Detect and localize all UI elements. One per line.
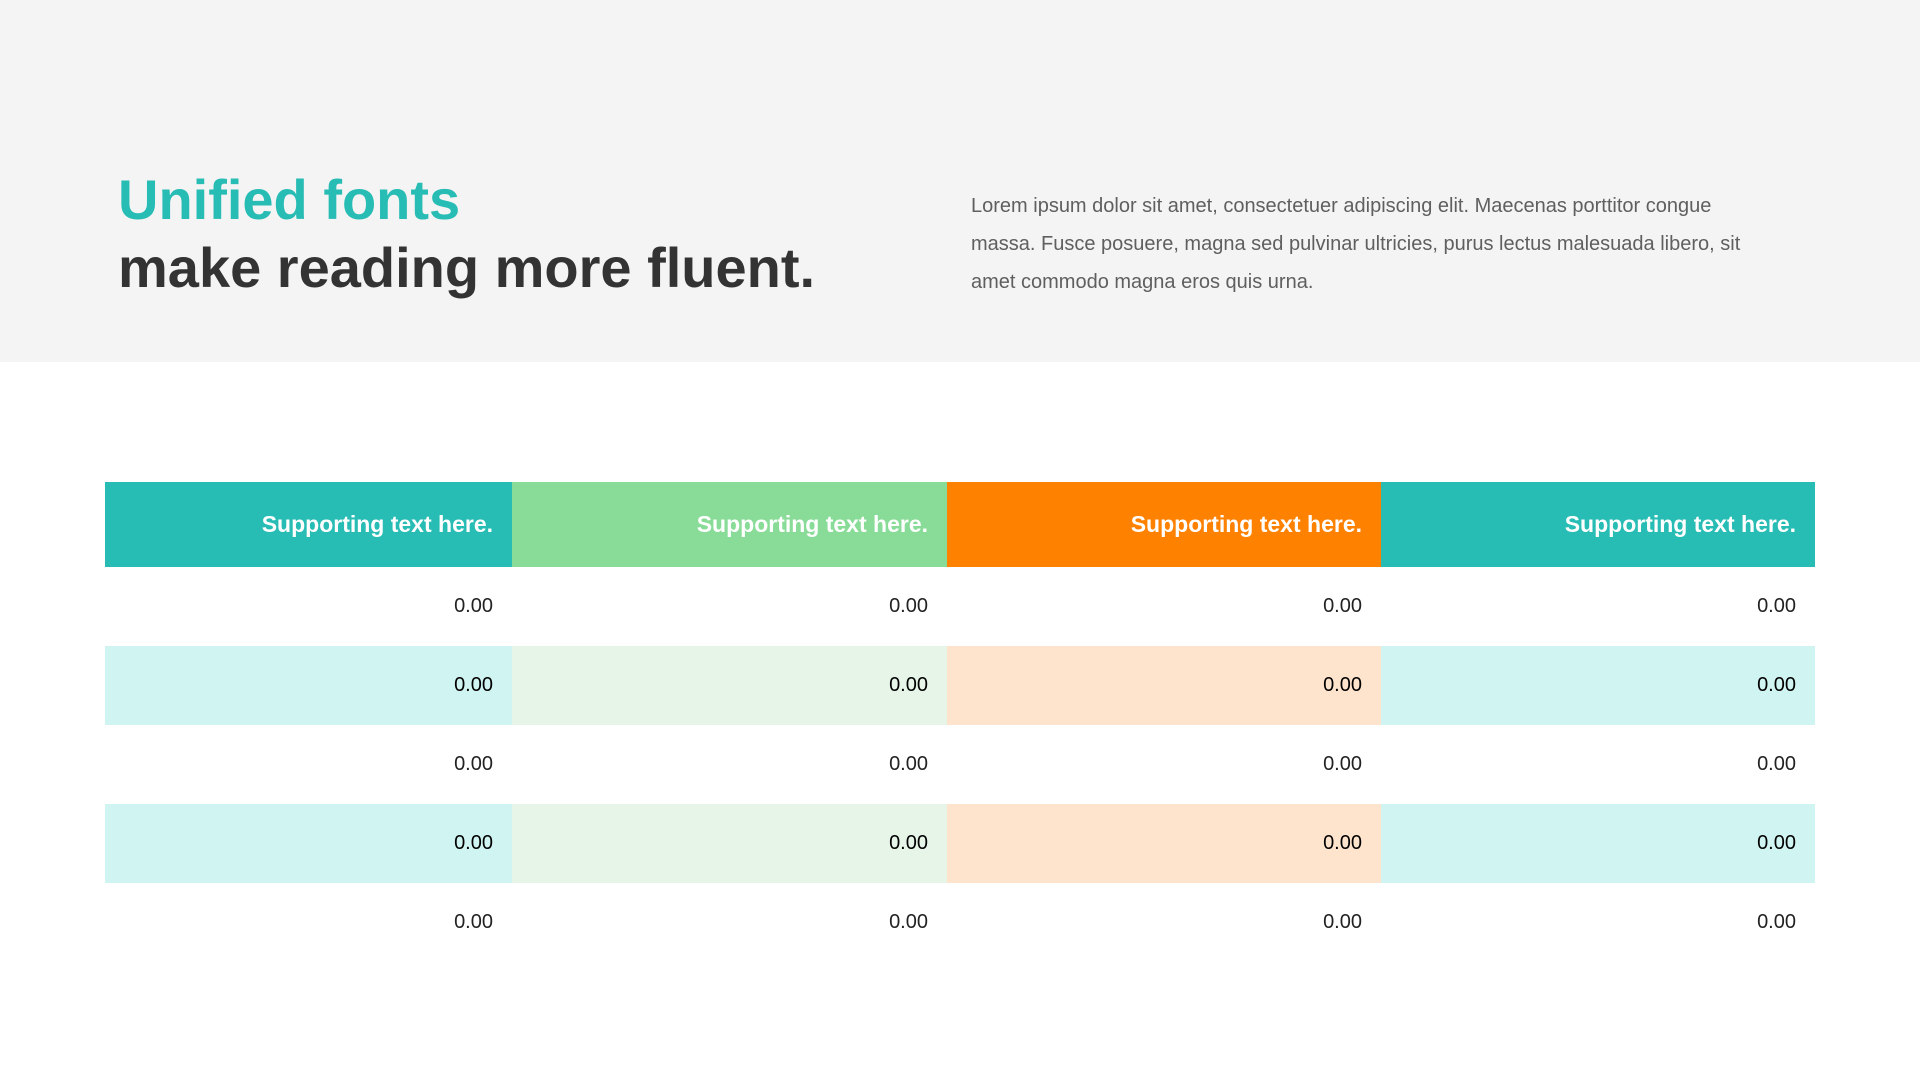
column-header: Supporting text here. (512, 482, 947, 567)
table-row: 0.00 0.00 0.00 0.00 (105, 804, 1815, 883)
table-cell: 0.00 (512, 646, 947, 725)
table-cell: 0.00 (1757, 911, 1796, 933)
table-cell: 0.00 (454, 595, 493, 617)
table-cell: 0.00 (512, 804, 947, 883)
table-cell: 0.00 (889, 911, 928, 933)
data-table: Supporting text here. Supporting text he… (105, 482, 1815, 962)
column-header: Supporting text here. (105, 482, 512, 567)
table-cell: 0.00 (1381, 646, 1815, 725)
table-cell: 0.00 (105, 646, 512, 725)
table-cell: 0.00 (454, 753, 493, 775)
column-header: Supporting text here. (947, 482, 1381, 567)
table-cell: 0.00 (1757, 753, 1796, 775)
table-cell: 0.00 (889, 753, 928, 775)
table-cell: 0.00 (889, 595, 928, 617)
table-cell: 0.00 (1381, 804, 1815, 883)
table-row: 0.00 0.00 0.00 0.00 (105, 567, 1815, 646)
title-accent: Unified fonts (118, 168, 461, 231)
table-cell: 0.00 (1323, 911, 1362, 933)
description-text: Lorem ipsum dolor sit amet, consectetuer… (971, 195, 1741, 293)
table-row: 0.00 0.00 0.00 0.00 (105, 883, 1815, 962)
table-cell: 0.00 (454, 911, 493, 933)
table-header-row: Supporting text here. Supporting text he… (105, 482, 1815, 567)
table-cell: 0.00 (947, 646, 1381, 725)
title-main: make reading more fluent. (118, 236, 816, 299)
table-row: 0.00 0.00 0.00 0.00 (105, 725, 1815, 804)
table-cell: 0.00 (1323, 595, 1362, 617)
table-cell: 0.00 (1757, 595, 1796, 617)
table-cell: 0.00 (1323, 753, 1362, 775)
table-cell: 0.00 (947, 804, 1381, 883)
table-cell: 0.00 (105, 804, 512, 883)
table-row: 0.00 0.00 0.00 0.00 (105, 646, 1815, 725)
column-header: Supporting text here. (1381, 482, 1815, 567)
header-panel: Unified fonts make reading more fluent. … (0, 0, 1920, 362)
